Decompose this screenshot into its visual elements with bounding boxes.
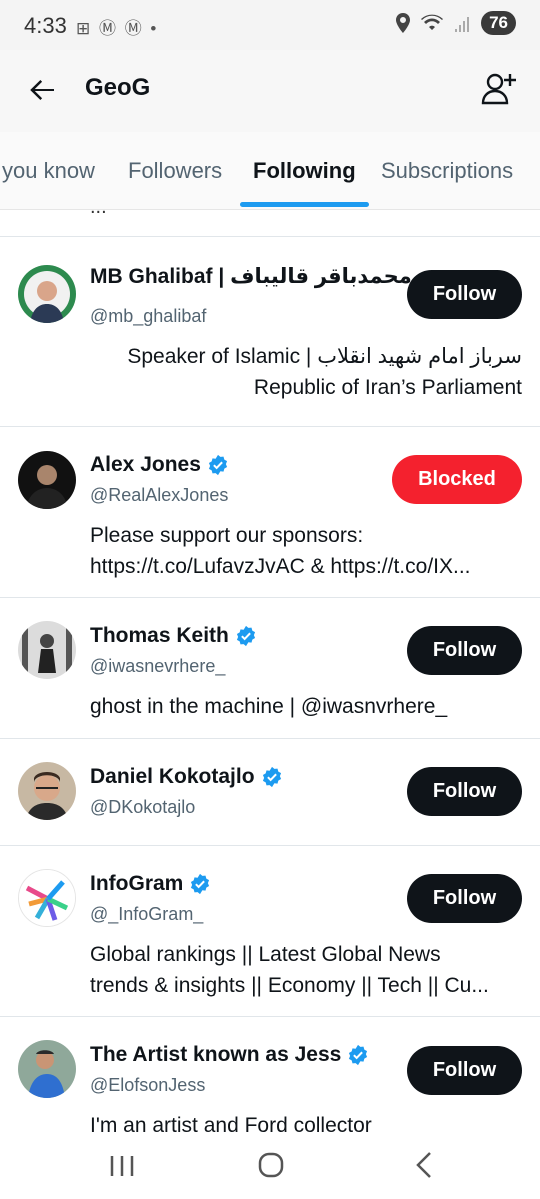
user-name[interactable]: MB Ghalibaf | محمدباقر قالیباف bbox=[90, 264, 412, 289]
avatar[interactable] bbox=[18, 451, 76, 509]
recents-icon[interactable] bbox=[102, 1148, 142, 1184]
name-row: Alex Jones bbox=[90, 453, 229, 477]
bio-line: https://t.co/LufavzJvAC & https://t.co/I… bbox=[90, 555, 471, 578]
status-time: 4:33 bbox=[24, 13, 67, 38]
user-name[interactable]: Alex Jones bbox=[90, 453, 201, 477]
name-row: Thomas Keith bbox=[90, 624, 257, 648]
name-row: InfoGram bbox=[90, 872, 211, 896]
user-name[interactable]: Daniel Kokotajlo bbox=[90, 765, 255, 789]
name-row: Daniel Kokotajlo bbox=[90, 765, 283, 789]
bio-line: Please support our sponsors: bbox=[90, 524, 364, 547]
user-row[interactable]: MB Ghalibaf | محمدباقر قالیباف @mb_ghali… bbox=[0, 237, 540, 426]
name-row: MB Ghalibaf | محمدباقر قالیباف bbox=[90, 264, 412, 289]
verified-badge-icon bbox=[349, 1044, 368, 1066]
avatar[interactable] bbox=[18, 869, 76, 927]
notification-icons: ⊞ Ⓜ Ⓜ • bbox=[76, 19, 159, 38]
bio-line: Speaker of Islamic | سرباز امام شهید انق… bbox=[127, 345, 522, 368]
battery-indicator: 76 bbox=[481, 11, 516, 35]
bio-line: Global rankings || Latest Global News bbox=[90, 943, 441, 966]
truncated-bio-ellipsis: ... bbox=[90, 196, 107, 218]
location-icon bbox=[396, 13, 411, 33]
back-chevron-icon[interactable] bbox=[404, 1148, 444, 1184]
avatar[interactable] bbox=[18, 621, 76, 679]
signal-icon bbox=[455, 17, 470, 32]
user-bio: Speaker of Islamic | سرباز امام شهید انق… bbox=[90, 341, 522, 403]
user-bio: I'm an artist and Ford collector bbox=[90, 1110, 522, 1140]
user-bio: Please support our sponsors: https://t.c… bbox=[90, 520, 522, 582]
follow-button[interactable]: Follow bbox=[407, 1046, 522, 1095]
user-name[interactable]: Thomas Keith bbox=[90, 624, 229, 648]
back-arrow-icon[interactable] bbox=[26, 74, 58, 106]
user-name[interactable]: InfoGram bbox=[90, 872, 183, 896]
wifi-icon bbox=[421, 14, 444, 30]
user-handle: @DKokotajlo bbox=[90, 797, 196, 817]
user-handle: @RealAlexJones bbox=[90, 485, 229, 505]
bio-line: trends & insights || Economy || Tech || … bbox=[90, 974, 489, 997]
profile-header: GeoG bbox=[0, 50, 540, 132]
follow-button[interactable]: Follow bbox=[407, 270, 522, 319]
tab-followers[interactable]: Followers bbox=[128, 158, 222, 184]
name-row: The Artist known as Jess bbox=[90, 1043, 369, 1067]
user-row[interactable]: The Artist known as Jess @ElofsonJess Fo… bbox=[0, 1017, 540, 1140]
user-name[interactable]: The Artist known as Jess bbox=[90, 1043, 341, 1067]
blocked-button[interactable]: Blocked bbox=[392, 455, 522, 504]
user-row[interactable]: Alex Jones @RealAlexJones Blocked Please… bbox=[0, 427, 540, 597]
home-icon[interactable] bbox=[251, 1148, 291, 1184]
user-row[interactable]: Daniel Kokotajlo @DKokotajlo Follow bbox=[0, 739, 540, 845]
status-bar: 4:33 ⊞ Ⓜ Ⓜ • 76 bbox=[0, 0, 540, 50]
page-title: GeoG bbox=[85, 74, 151, 101]
bio-line: Republic of Iran’s Parliament bbox=[253, 376, 522, 399]
user-bio: ghost in the machine | @iwasnvrhere_ bbox=[90, 691, 522, 722]
follow-button[interactable]: Follow bbox=[407, 626, 522, 675]
verified-badge-icon bbox=[236, 625, 255, 647]
add-user-icon[interactable] bbox=[480, 70, 518, 108]
user-handle: @iwasnevrhere_ bbox=[90, 656, 226, 676]
tab-followers-you-know[interactable]: you know bbox=[2, 158, 95, 184]
user-row[interactable]: Thomas Keith @iwasnevrhere_ Follow ghost… bbox=[0, 598, 540, 738]
bio-line: ghost in the machine | @iwasnvrhere_ bbox=[90, 695, 448, 718]
avatar[interactable] bbox=[18, 265, 76, 323]
follow-button[interactable]: Follow bbox=[407, 874, 522, 923]
verified-badge-icon bbox=[208, 454, 227, 476]
user-row[interactable]: InfoGram @_InfoGram_ Follow Global ranki… bbox=[0, 846, 540, 1016]
avatar[interactable] bbox=[18, 762, 76, 820]
tab-bar: you know Followers Following Subscriptio… bbox=[0, 132, 540, 210]
system-nav-bar bbox=[0, 1140, 540, 1199]
verified-badge-icon bbox=[191, 873, 210, 895]
tab-following[interactable]: Following bbox=[253, 158, 356, 184]
user-handle: @ElofsonJess bbox=[90, 1075, 206, 1095]
user-bio: Global rankings || Latest Global News tr… bbox=[90, 939, 522, 1001]
user-handle: @mb_ghalibaf bbox=[90, 306, 207, 326]
active-tab-indicator bbox=[240, 202, 369, 207]
bio-line: I'm an artist and Ford collector bbox=[90, 1114, 372, 1137]
avatar[interactable] bbox=[18, 1040, 76, 1098]
tab-subscriptions[interactable]: Subscriptions bbox=[381, 158, 513, 184]
user-handle: @_InfoGram_ bbox=[90, 904, 204, 924]
follow-button[interactable]: Follow bbox=[407, 767, 522, 816]
verified-badge-icon bbox=[262, 766, 281, 788]
status-right: 76 bbox=[395, 11, 516, 35]
